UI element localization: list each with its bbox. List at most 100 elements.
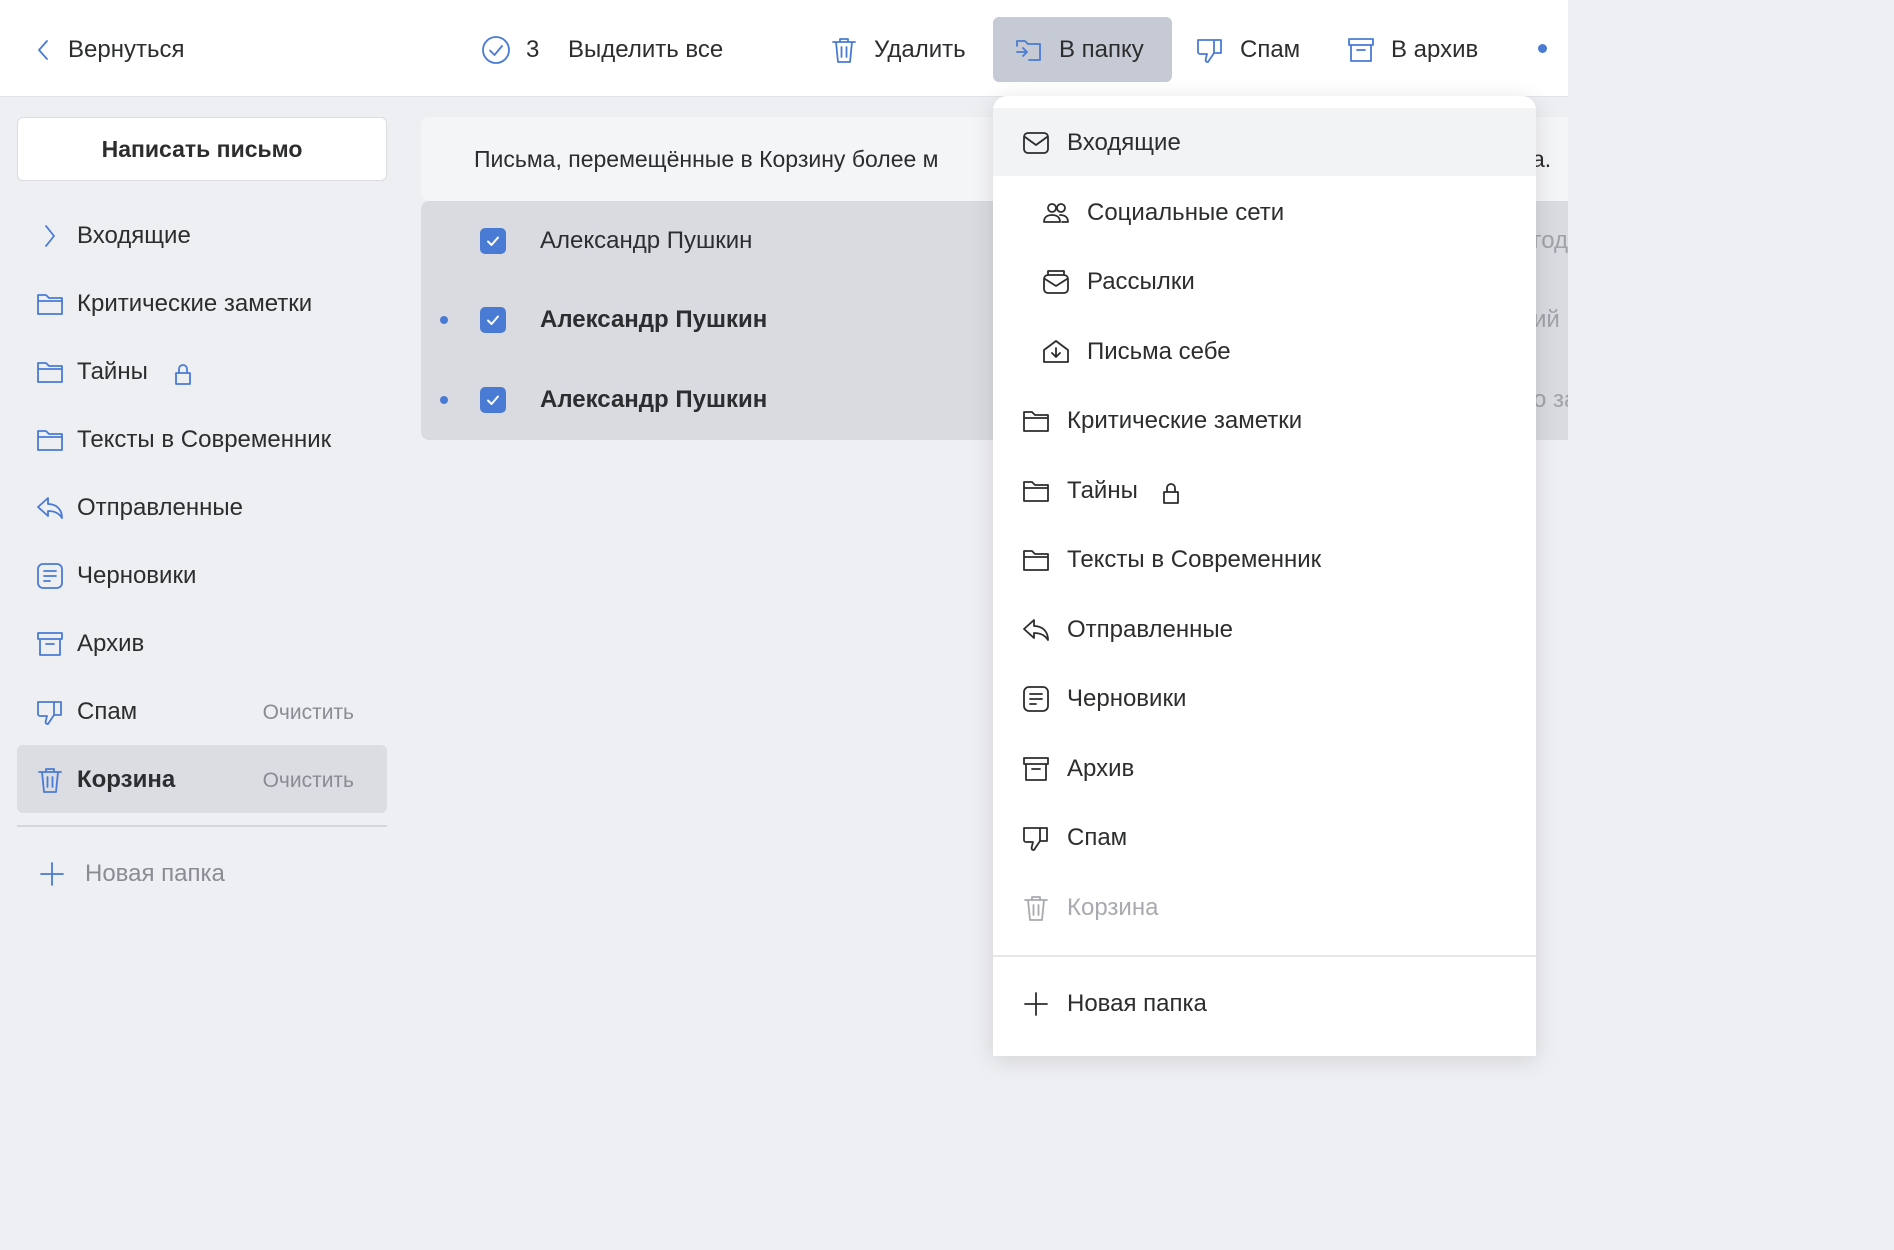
menu-item-critical-notes[interactable]: Критические заметки <box>993 386 1536 454</box>
check-circle-icon <box>482 35 510 64</box>
menu-item-label: Рассылки <box>1087 268 1195 295</box>
lock-icon <box>1163 483 1179 504</box>
menu-item-new-folder[interactable]: Новая папка <box>993 969 1536 1037</box>
plus-icon <box>40 862 64 886</box>
move-to-folder-label: В папку <box>1059 35 1144 63</box>
selected-count: 3 <box>480 17 539 82</box>
message-sender: Александр Пушкин <box>540 386 768 413</box>
new-folder-button[interactable]: Новая папка <box>38 860 225 888</box>
sidebar-item-inbox[interactable]: Входящие <box>17 201 387 269</box>
sidebar-item-secrets[interactable]: Тайны <box>17 337 387 405</box>
sidebar-item-label: Критические заметки <box>77 290 313 317</box>
back-label: Вернуться <box>68 35 185 63</box>
sidebar-item-label: Архив <box>77 630 145 657</box>
delete-button[interactable]: Удалить <box>828 17 966 82</box>
sidebar-item-label: Отправленные <box>77 494 244 521</box>
folder-icon <box>37 362 63 383</box>
people-icon <box>1043 203 1069 223</box>
select-all-label: Выделить все <box>568 35 724 63</box>
menu-item-inbox[interactable]: Входящие <box>993 108 1536 176</box>
menu-item-drafts[interactable]: Черновики <box>993 664 1536 732</box>
thumbs-down-icon <box>36 701 62 725</box>
menu-item-sent[interactable]: Отправленные <box>993 595 1536 663</box>
selected-count-value: 3 <box>526 35 540 63</box>
compose-button[interactable]: Написать письмо <box>17 117 387 181</box>
folder-icon <box>1023 481 1049 502</box>
sidebar-item-archive[interactable]: Архив <box>17 609 387 677</box>
sidebar-item-sent[interactable]: Отправленные <box>17 473 387 541</box>
message-snippet: год <box>1533 227 1568 254</box>
unread-dot[interactable] <box>440 396 448 404</box>
menu-item-label: Корзина <box>1067 894 1159 921</box>
clear-spam-button[interactable]: Очистить <box>263 701 354 725</box>
more-dot[interactable] <box>1538 44 1547 53</box>
menu-item-label: Письма себе <box>1087 338 1231 365</box>
plus-icon <box>1024 992 1048 1016</box>
menu-item-self-mail[interactable]: Письма себе <box>993 317 1536 385</box>
menu-divider <box>993 955 1536 957</box>
menu-item-label: Спам <box>1067 824 1128 851</box>
checkmark-icon <box>487 315 499 325</box>
spam-button[interactable]: Спам <box>1194 17 1300 82</box>
thumbs-down-icon <box>1196 38 1222 63</box>
folder-icon <box>37 294 63 315</box>
chevron-right-icon[interactable] <box>35 221 65 251</box>
spam-label: Спам <box>1240 35 1301 63</box>
menu-item-label: Тексты в Современник <box>1067 546 1322 573</box>
message-sender: Александр Пушкин <box>540 306 768 333</box>
message-checkbox[interactable] <box>480 307 506 333</box>
sidebar-item-label: Черновики <box>77 562 197 589</box>
sidebar-item-label: Тайны <box>77 358 148 385</box>
message-snippet: ий Н <box>1533 306 1568 333</box>
menu-item-label: Социальные сети <box>1087 199 1285 226</box>
notice-text: Письма, перемещённые в Корзину более м <box>474 146 939 172</box>
newsletter-icon <box>1043 270 1069 294</box>
trash-icon <box>832 37 856 63</box>
move-to-folder-button[interactable]: В папку <box>993 17 1172 82</box>
folder-list: Входящие Критические заметки Тайны Текст… <box>17 201 387 813</box>
menu-item-newsletters[interactable]: Рассылки <box>993 247 1536 315</box>
back-button[interactable]: Вернуться <box>36 17 184 82</box>
lock-icon <box>175 364 191 385</box>
checkmark-icon <box>487 236 499 246</box>
archive-icon <box>1023 757 1049 781</box>
sidebar-item-label: Тексты в Современник <box>77 426 332 453</box>
reply-icon <box>37 497 63 519</box>
menu-item-label: Отправленные <box>1067 616 1234 643</box>
menu-item-label: Архив <box>1067 755 1135 782</box>
menu-item-archive[interactable]: Архив <box>993 734 1536 802</box>
menu-item-trash: Корзина <box>993 873 1536 941</box>
compose-label: Написать письмо <box>101 135 303 162</box>
sidebar-item-spam[interactable]: Спам Очистить <box>17 677 387 745</box>
sidebar-item-critical-notes[interactable]: Критические заметки <box>17 269 387 337</box>
sidebar-item-label: Входящие <box>77 222 191 249</box>
menu-item-spam[interactable]: Спам <box>993 803 1536 871</box>
move-to-folder-menu: Входящие Социальные сети Рассылки Письма… <box>993 96 1536 1056</box>
clear-trash-button[interactable]: Очистить <box>263 769 354 793</box>
sidebar-item-drafts[interactable]: Черновики <box>17 541 387 609</box>
trash-icon <box>1024 896 1048 921</box>
archive-button[interactable]: В архив <box>1345 17 1478 82</box>
message-checkbox[interactable] <box>480 228 506 254</box>
archive-icon <box>37 632 63 656</box>
menu-item-label: Черновики <box>1067 685 1187 712</box>
sidebar-item-label: Корзина <box>77 766 176 793</box>
menu-item-secrets[interactable]: Тайны <box>993 456 1536 524</box>
archive-icon <box>1348 37 1374 62</box>
sidebar-item-label: Спам <box>77 698 138 725</box>
sidebar-item-sovremennik[interactable]: Тексты в Современник <box>17 405 387 473</box>
move-folder-icon <box>1016 39 1041 61</box>
select-all-button[interactable]: Выделить все <box>568 17 723 82</box>
draft-icon <box>1023 686 1049 712</box>
trash-icon <box>38 768 62 793</box>
archive-label: В архив <box>1391 35 1479 63</box>
menu-item-label: Критические заметки <box>1067 407 1303 434</box>
menu-item-social[interactable]: Социальные сети <box>993 178 1536 246</box>
unread-dot[interactable] <box>440 316 448 324</box>
sidebar-divider <box>17 825 387 827</box>
chevron-left-icon <box>38 39 48 60</box>
menu-item-sovremennik[interactable]: Тексты в Современник <box>993 525 1536 593</box>
toolbar: Вернуться 3 Выделить все Удалить В папку… <box>0 0 1568 97</box>
sidebar-item-trash[interactable]: Корзина Очистить <box>17 745 387 813</box>
message-checkbox[interactable] <box>480 387 506 413</box>
